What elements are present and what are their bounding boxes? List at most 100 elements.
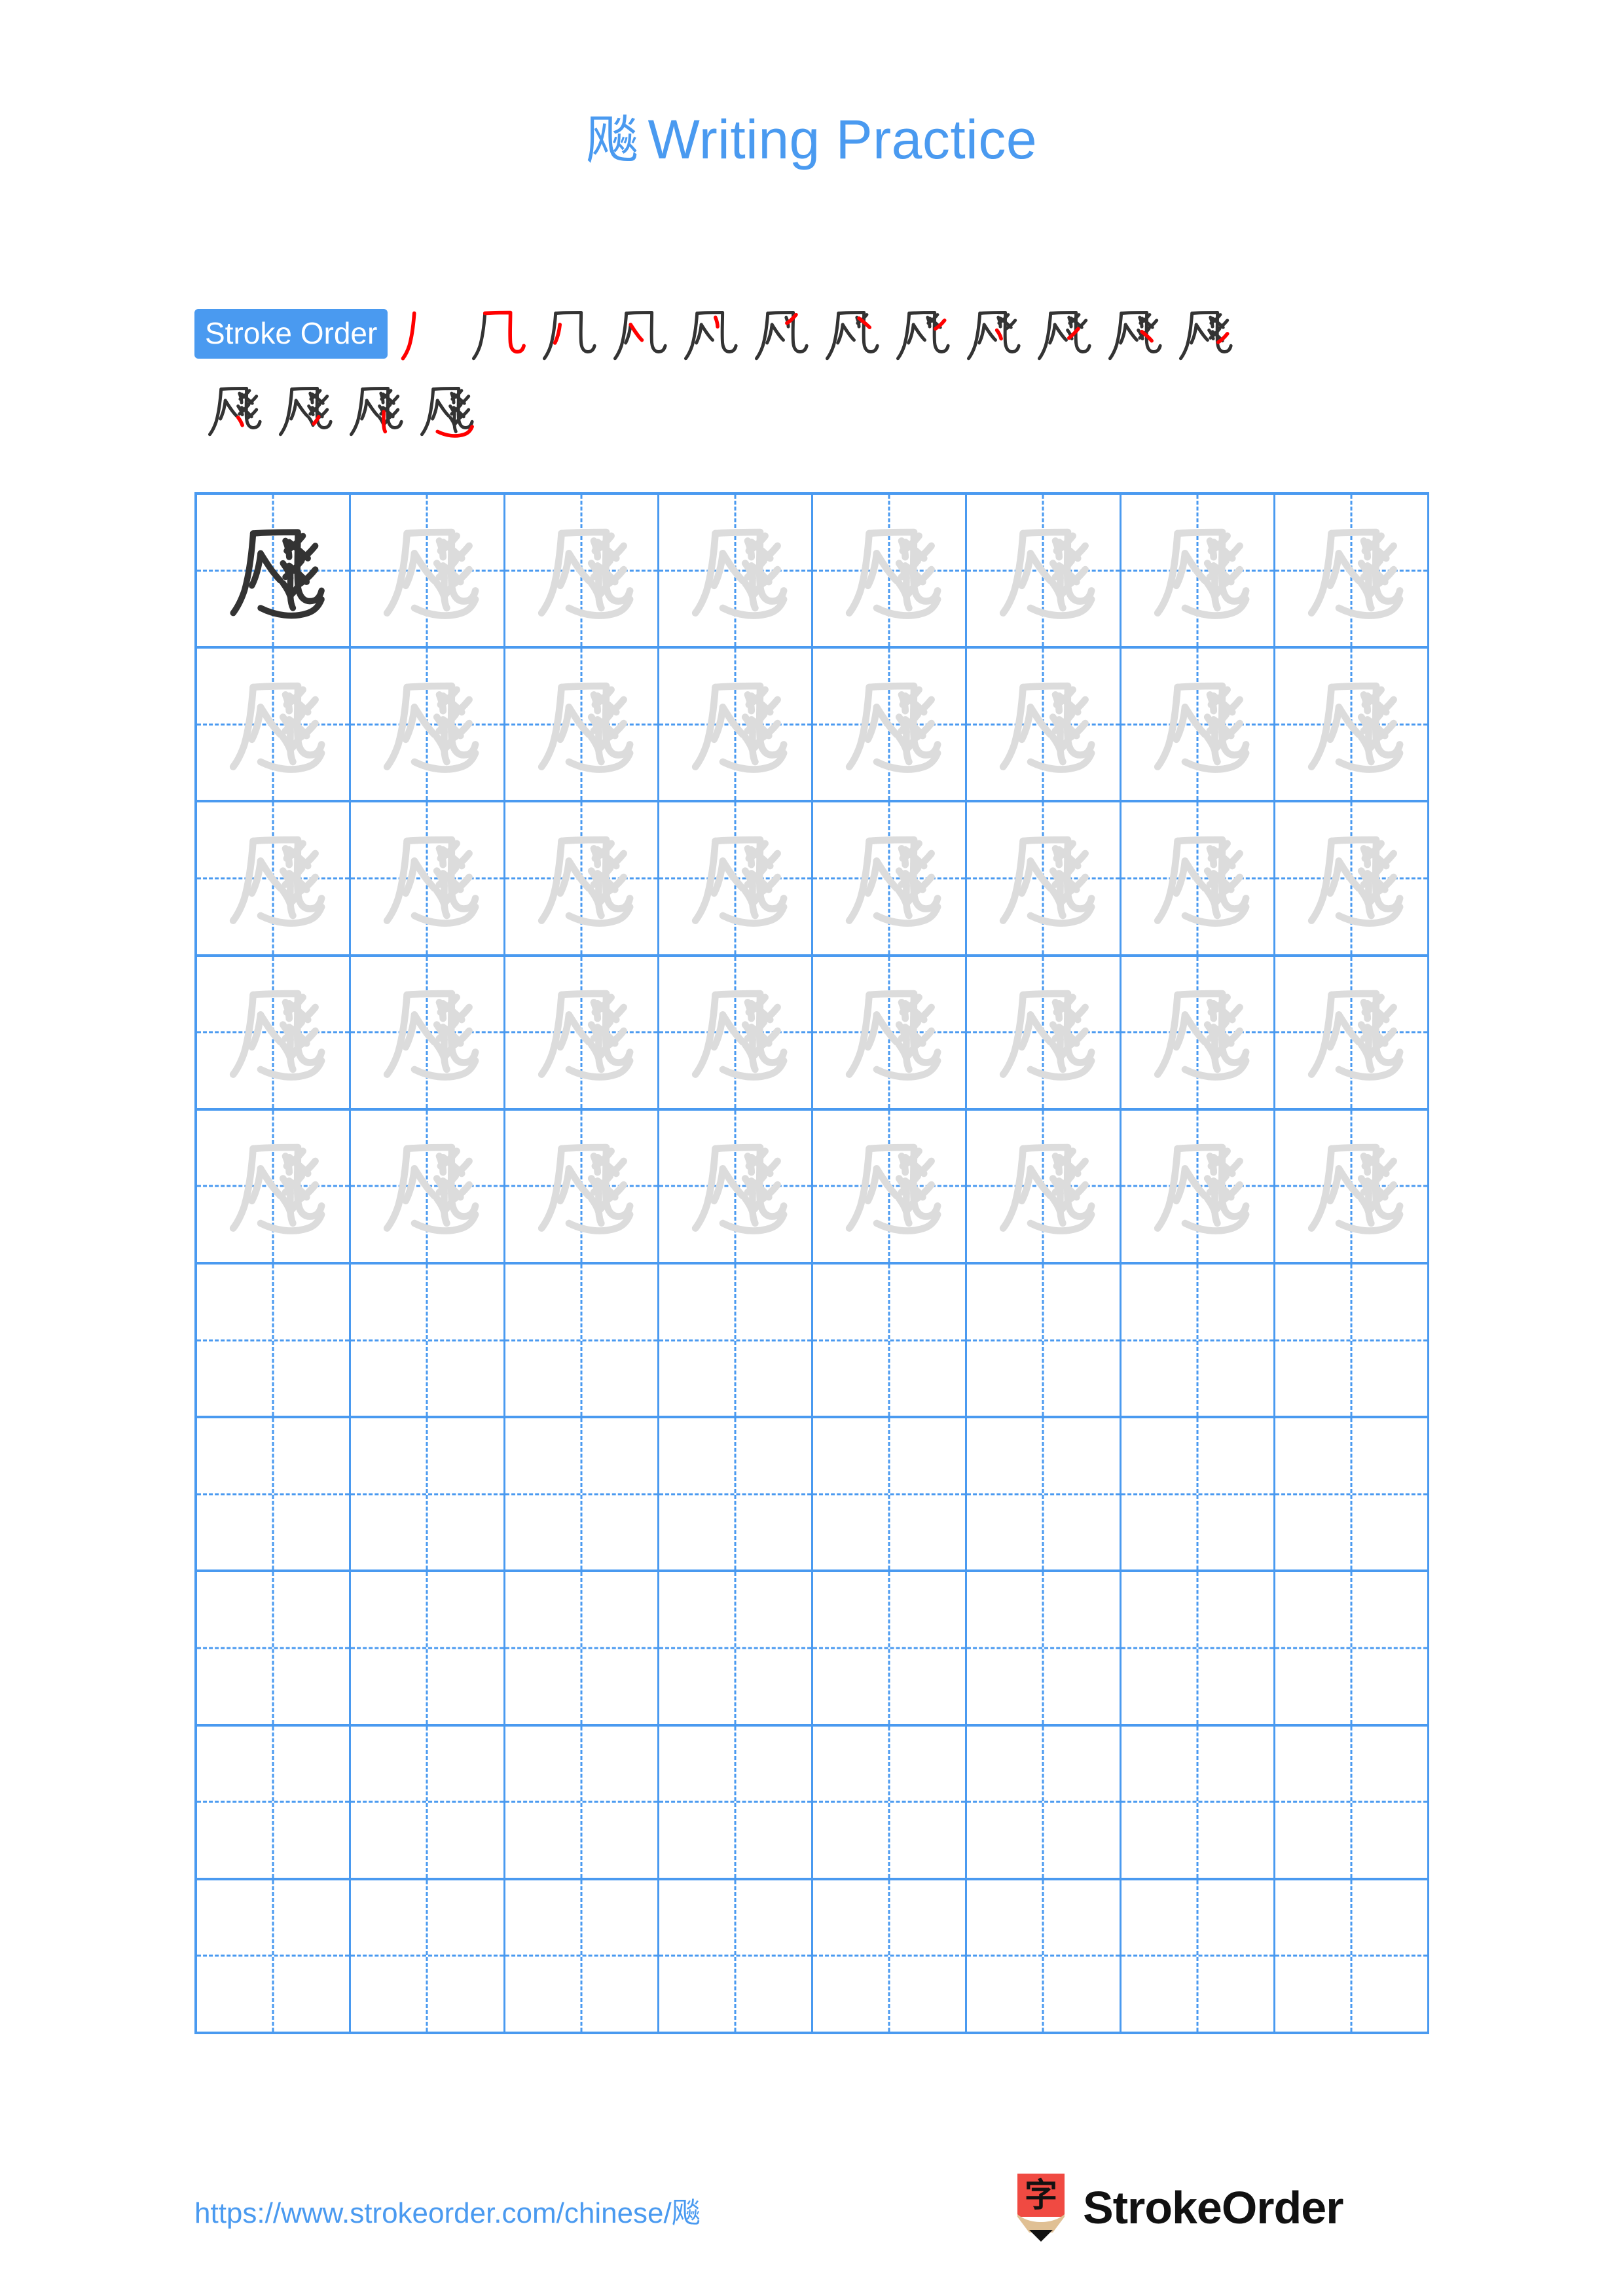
grid-cell[interactable] [505,1110,659,1263]
grid-cell[interactable] [813,956,968,1108]
grid-cell[interactable] [813,1265,968,1416]
grid-cell[interactable] [967,1726,1122,1878]
grid-cell[interactable] [1121,1418,1275,1570]
grid-cell[interactable] [197,495,352,647]
grid-row [197,1726,1429,1880]
grid-cell[interactable] [967,1418,1122,1570]
grid-cell[interactable] [1121,802,1275,954]
grid-cell[interactable] [1275,956,1429,1108]
grid-cell[interactable] [351,1880,505,2032]
grid-cell[interactable] [813,649,968,800]
grid-cell[interactable] [1275,1880,1429,2032]
guide-character [1275,495,1427,646]
grid-cell[interactable] [351,802,505,954]
grid-row [197,495,1429,649]
grid-cell[interactable] [659,1265,813,1416]
grid-cell[interactable] [351,1572,505,1724]
grid-cell[interactable] [505,802,659,954]
grid-cell[interactable] [967,1110,1122,1263]
footer-brand[interactable]: 字 StrokeOrder [1013,2172,1343,2244]
grid-cell[interactable] [505,495,659,647]
cell-vertical-guide [580,1726,583,1878]
grid-cell[interactable] [659,1726,813,1878]
grid-cell[interactable] [967,649,1122,800]
grid-cell[interactable] [351,1726,505,1878]
grid-cell[interactable] [1121,1265,1275,1416]
grid-cell[interactable] [813,495,968,647]
cell-horizontal-guide [659,1339,811,1342]
grid-cell[interactable] [1121,649,1275,800]
grid-cell[interactable] [197,1726,352,1878]
svg-text:字: 字 [1025,2176,1057,2214]
cell-horizontal-guide [813,1954,966,1957]
grid-cell[interactable] [967,495,1122,647]
grid-cell[interactable] [197,1110,352,1263]
guide-character [813,1111,965,1262]
grid-cell[interactable] [1121,1726,1275,1878]
grid-row [197,1880,1429,2035]
grid-cell[interactable] [659,1880,813,2032]
grid-cell[interactable] [505,1265,659,1416]
grid-cell[interactable] [1121,495,1275,647]
grid-cell[interactable] [505,649,659,800]
cell-vertical-guide [1350,1572,1353,1724]
grid-cell[interactable] [1121,1110,1275,1263]
grid-cell[interactable] [1275,495,1429,647]
cell-horizontal-guide [197,1493,350,1496]
grid-cell[interactable] [505,956,659,1108]
grid-cell[interactable] [813,1880,968,2032]
grid-cell[interactable] [1275,1726,1429,1878]
grid-cell[interactable] [197,1418,352,1570]
grid-cell[interactable] [351,649,505,800]
grid-cell[interactable] [197,1572,352,1724]
grid-cell[interactable] [351,956,505,1108]
grid-cell[interactable] [1275,649,1429,800]
grid-cell[interactable] [505,1726,659,1878]
grid-cell[interactable] [505,1572,659,1724]
grid-cell[interactable] [813,1110,968,1263]
guide-character [351,802,503,954]
grid-cell[interactable] [351,1418,505,1570]
grid-cell[interactable] [967,956,1122,1108]
grid-cell[interactable] [659,802,813,954]
grid-cell[interactable] [1275,802,1429,954]
grid-cell[interactable] [659,1110,813,1263]
grid-cell[interactable] [1275,1110,1429,1263]
grid-cell[interactable] [351,495,505,647]
grid-cell[interactable] [197,1265,352,1416]
grid-cell[interactable] [659,495,813,647]
footer-url[interactable]: https://www.strokeorder.com/chinese/飚 [194,2189,701,2231]
grid-cell[interactable] [813,1726,968,1878]
grid-cell[interactable] [197,649,352,800]
grid-cell[interactable] [197,802,352,954]
grid-cell[interactable] [659,956,813,1108]
grid-cell[interactable] [813,1418,968,1570]
grid-cell[interactable] [1121,956,1275,1108]
grid-cell[interactable] [197,956,352,1108]
grid-cell[interactable] [1121,1880,1275,2032]
grid-cell[interactable] [1275,1265,1429,1416]
grid-cell[interactable] [967,802,1122,954]
grid-cell[interactable] [967,1265,1122,1416]
grid-cell[interactable] [1275,1418,1429,1570]
stroke-step-1 [390,299,461,370]
grid-cell[interactable] [967,1572,1122,1724]
cell-horizontal-guide [505,1493,657,1496]
cell-horizontal-guide [351,1647,503,1649]
grid-cell[interactable] [505,1418,659,1570]
grid-cell[interactable] [659,649,813,800]
grid-cell[interactable] [351,1265,505,1416]
grid-row [197,1418,1429,1573]
guide-character [813,957,965,1108]
grid-cell[interactable] [1275,1572,1429,1724]
grid-cell[interactable] [505,1880,659,2032]
grid-cell[interactable] [813,1572,968,1724]
stroke-step-15 [338,375,409,446]
grid-cell[interactable] [967,1880,1122,2032]
grid-cell[interactable] [1121,1572,1275,1724]
grid-cell[interactable] [351,1110,505,1263]
grid-cell[interactable] [659,1418,813,1570]
grid-cell[interactable] [197,1880,352,2032]
grid-cell[interactable] [813,802,968,954]
grid-cell[interactable] [659,1572,813,1724]
